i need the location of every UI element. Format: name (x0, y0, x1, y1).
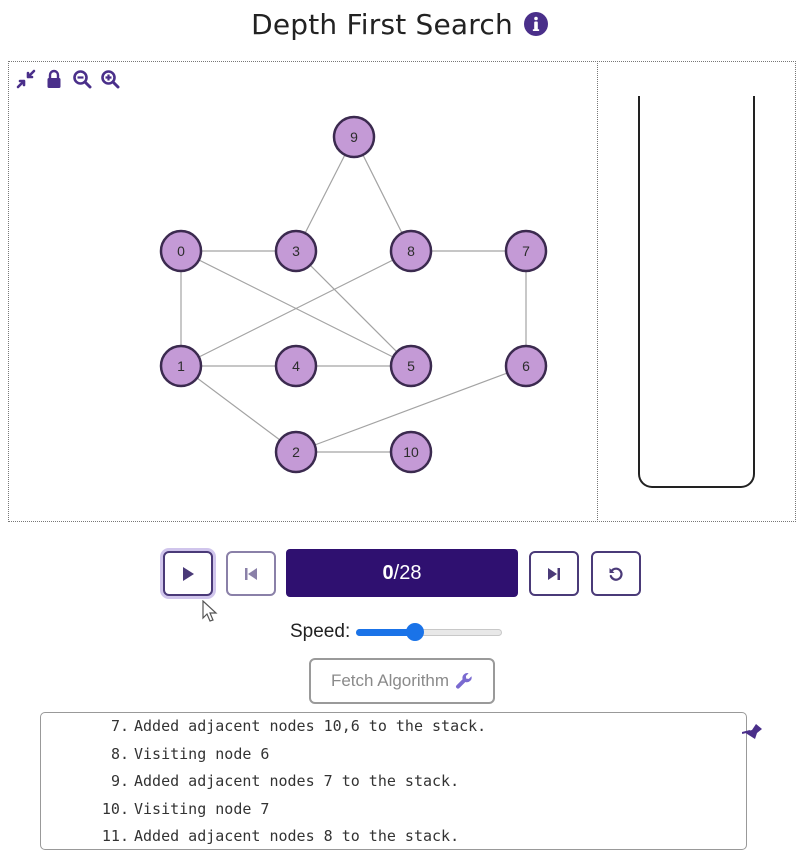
step-back-button[interactable] (226, 551, 276, 596)
node-label: 10 (403, 444, 419, 460)
progress-total: /28 (393, 561, 422, 584)
step-forward-button[interactable] (529, 551, 579, 596)
log-line-text: Added adjacent nodes 10,6 to the stack. (134, 717, 487, 735)
step-log[interactable]: 7. Added adjacent nodes 10,6 to the stack… (40, 712, 747, 850)
speed-control: Speed: (290, 618, 503, 646)
log-line: 9. Added adjacent nodes 7 to the stack. (41, 768, 459, 795)
speed-slider[interactable] (356, 622, 503, 642)
node-label: 2 (292, 444, 300, 460)
slider-thumb[interactable] (405, 623, 424, 641)
log-line: 10. Visiting node 7 (41, 796, 270, 823)
log-line-number: 10. (101, 799, 129, 818)
log-line: 7. Added adjacent nodes 10,6 to the stack… (41, 713, 486, 740)
step-back-icon (245, 567, 257, 580)
log-line: 8. Visiting node 6 (41, 741, 270, 768)
graph-node-8[interactable]: 8 (389, 229, 433, 273)
log-line-text: Added adjacent nodes 8 to the stack. (134, 827, 460, 845)
edge-3-5 (295, 250, 412, 367)
node-label: 5 (407, 358, 415, 374)
graph-node-9[interactable]: 9 (332, 115, 376, 159)
node-label: 6 (522, 358, 530, 374)
edges-layer (180, 136, 527, 453)
node-label: 7 (522, 243, 530, 259)
graph-node-3[interactable]: 3 (274, 229, 318, 273)
reset-button[interactable] (591, 551, 641, 596)
fetch-algorithm-button[interactable]: Fetch Algorithm (309, 658, 495, 704)
speed-label: Speed: (290, 621, 351, 642)
graph-node-5[interactable]: 5 (389, 344, 433, 388)
node-label: 8 (407, 243, 415, 259)
play-button[interactable] (163, 551, 213, 596)
node-label: 3 (292, 243, 300, 259)
nodes-layer: 0 3 8 7 9 1 4 5 6 2 10 (159, 115, 548, 474)
log-line-text: Visiting node 6 (134, 744, 270, 763)
progress-indicator: 0/28 (286, 549, 518, 597)
stack-panel (597, 61, 796, 522)
log-line-number: 7. (110, 717, 129, 735)
log-line-text: Added adjacent nodes 7 to the stack. (134, 772, 460, 790)
fetch-algorithm-label: Fetch Algorithm (330, 671, 450, 690)
log-line-text: Visiting node 7 (134, 799, 270, 818)
log-line-number: 9. (110, 772, 129, 790)
graph-node-4[interactable]: 4 (274, 344, 318, 388)
log-line: 11. Added adjacent nodes 8 to the stack. (41, 823, 460, 849)
edge-1-2 (180, 365, 297, 453)
log-line-number: 11. (101, 827, 129, 845)
log-line-number: 8. (110, 744, 129, 763)
pin-icon[interactable] (742, 720, 766, 740)
progress-current: 0 (382, 561, 394, 584)
mouse-cursor-icon (202, 600, 218, 622)
step-forward-icon (548, 567, 560, 580)
node-label: 9 (350, 129, 358, 145)
node-label: 1 (177, 358, 185, 374)
stack-container (638, 96, 755, 488)
rotate-left-icon (609, 567, 623, 581)
graph-node-10[interactable]: 10 (389, 430, 433, 474)
wrench-icon (456, 673, 472, 689)
node-label: 4 (292, 358, 300, 374)
graph-node-2[interactable]: 2 (274, 430, 318, 474)
graph-node-6[interactable]: 6 (504, 344, 548, 388)
playback-controls: 0/28 (0, 549, 800, 599)
graph-node-1[interactable]: 1 (159, 344, 203, 388)
graph-node-0[interactable]: 0 (159, 229, 203, 273)
node-label: 0 (177, 243, 185, 259)
play-icon (183, 566, 194, 581)
graph-node-7[interactable]: 7 (504, 229, 548, 273)
